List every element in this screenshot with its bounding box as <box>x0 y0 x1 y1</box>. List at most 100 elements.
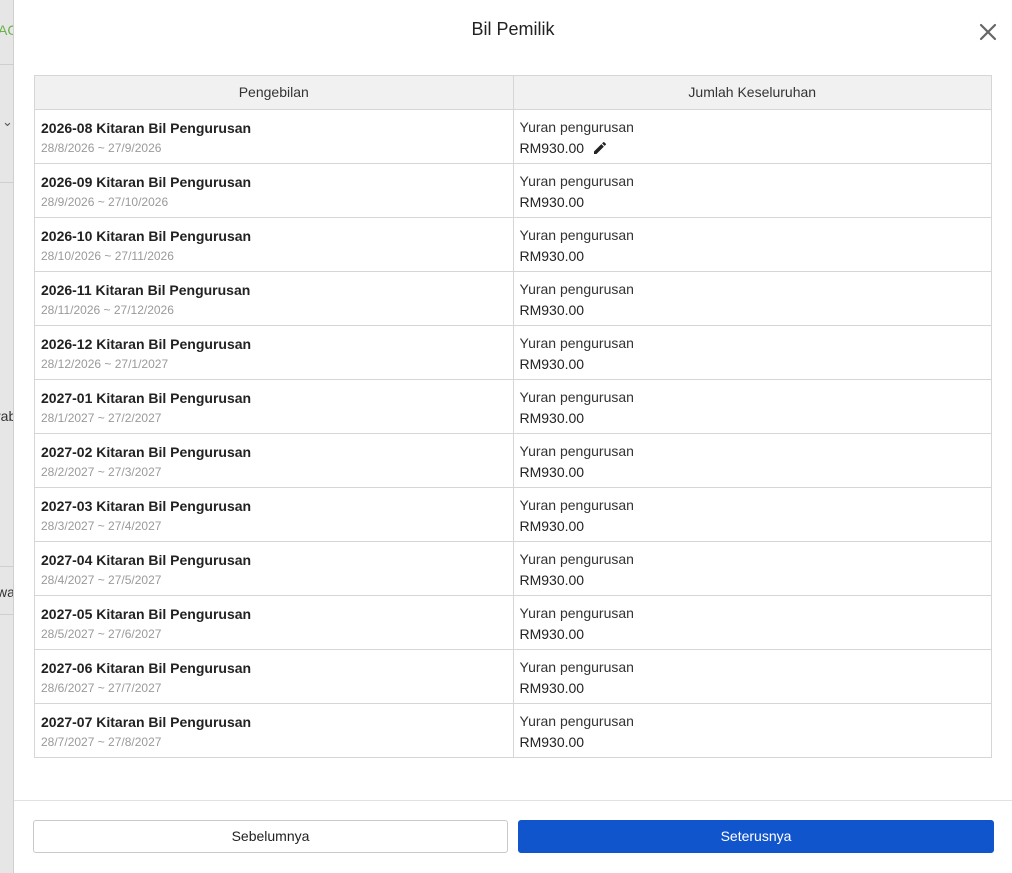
background-text-mid: rab <box>0 408 14 424</box>
next-button[interactable]: Seterusnya <box>518 820 994 853</box>
fee-amount: RM930.00 <box>519 679 585 696</box>
fee-amount-row: RM930.00 <box>520 140 986 157</box>
fee-amount: RM930.00 <box>519 193 585 210</box>
divider <box>0 566 14 567</box>
billing-cell: 2026-11 Kitaran Bil Pengurusan 28/11/2026… <box>35 271 514 326</box>
billing-cycle-name: 2027-01 Kitaran Bil Pengurusan <box>41 389 252 406</box>
fee-amount: RM930.00 <box>519 247 585 264</box>
billing-cycle-name: 2026-11 Kitaran Bil Pengurusan <box>41 281 251 298</box>
billing-cycle-name: 2027-06 Kitaran Bil Pengurusan <box>41 659 252 676</box>
billing-date-range: 28/6/2027 ~ 27/7/2027 <box>41 680 162 695</box>
fee-amount-row: RM930.00 <box>520 518 986 535</box>
billing-cycle-name: 2026-10 Kitaran Bil Pengurusan <box>41 227 252 244</box>
billing-date-range: 28/5/2027 ~ 27/6/2027 <box>41 626 162 641</box>
billing-cycle-name: 2026-12 Kitaran Bil Pengurusan <box>41 335 252 352</box>
total-cell: Yuran pengurusan RM930.00 <box>513 703 991 757</box>
table-row: 2027-03 Kitaran Bil Pengurusan 28/3/2027 … <box>35 487 991 542</box>
divider <box>0 64 14 65</box>
pencil-icon[interactable] <box>592 140 608 156</box>
billing-date-range: 28/10/2026 ~ 27/11/2026 <box>41 248 174 263</box>
billing-cycle-name: 2027-04 Kitaran Bil Pengurusan <box>41 551 252 568</box>
billing-cycle-name: 2026-08 Kitaran Bil Pengurusan <box>41 119 252 136</box>
owner-bill-modal: Bil Pemilik Pengebilan Jumlah Keseluruha… <box>13 0 1012 873</box>
total-cell: Yuran pengurusan RM930.00 <box>513 325 991 380</box>
divider <box>0 614 14 615</box>
billing-cycle-name: 2026-09 Kitaran Bil Pengurusan <box>41 173 252 190</box>
billing-date-range: 28/9/2026 ~ 27/10/2026 <box>41 194 169 209</box>
fee-amount: RM930.00 <box>519 139 585 156</box>
billing-table: Pengebilan Jumlah Keseluruhan 2026-08 Ki… <box>34 75 992 758</box>
total-cell: Yuran pengurusan RM930.00 <box>513 433 991 488</box>
fee-amount-row: RM930.00 <box>520 194 986 211</box>
divider <box>0 182 14 183</box>
total-cell: Yuran pengurusan RM930.00 <box>513 487 991 542</box>
fee-label: Yuran pengurusan <box>519 496 634 513</box>
billing-cycle-name: 2027-03 Kitaran Bil Pengurusan <box>41 497 252 514</box>
fee-amount: RM930.00 <box>519 409 585 426</box>
fee-amount-row: RM930.00 <box>520 302 986 319</box>
fee-label: Yuran pengurusan <box>519 118 634 135</box>
fee-amount-row: RM930.00 <box>520 248 986 265</box>
total-cell: Yuran pengurusan RM930.00 <box>513 163 991 218</box>
modal-title: Bil Pemilik <box>471 19 555 39</box>
billing-date-range: 28/3/2027 ~ 27/4/2027 <box>41 518 162 533</box>
fee-label: Yuran pengurusan <box>519 658 634 675</box>
billing-date-range: 28/7/2027 ~ 27/8/2027 <box>41 734 162 749</box>
billing-cycle-name: 2027-05 Kitaran Bil Pengurusan <box>41 605 252 622</box>
billing-cell: 2026-12 Kitaran Bil Pengurusan 28/12/2026… <box>35 325 514 380</box>
table-row: 2027-01 Kitaran Bil Pengurusan 28/1/2027 … <box>35 379 991 434</box>
total-cell: Yuran pengurusan RM930.00 <box>513 109 991 164</box>
column-header-total: Jumlah Keseluruhan <box>513 76 991 110</box>
fee-label: Yuran pengurusan <box>519 712 634 729</box>
background-text-low: wa <box>0 584 14 600</box>
fee-amount: RM930.00 <box>519 517 585 534</box>
billing-cell: 2027-02 Kitaran Bil Pengurusan 28/2/2027 … <box>35 433 514 488</box>
fee-amount: RM930.00 <box>519 571 585 588</box>
background-text-top: AG <box>0 22 14 38</box>
fee-label: Yuran pengurusan <box>519 226 634 243</box>
fee-label: Yuran pengurusan <box>519 280 634 297</box>
fee-label: Yuran pengurusan <box>519 550 634 567</box>
table-header-row: Pengebilan Jumlah Keseluruhan <box>35 76 991 110</box>
table-row: 2027-04 Kitaran Bil Pengurusan 28/4/2027 … <box>35 541 991 596</box>
billing-cell: 2026-08 Kitaran Bil Pengurusan 28/8/2026 … <box>35 109 514 164</box>
fee-amount: RM930.00 <box>519 625 585 642</box>
billing-cell: 2027-05 Kitaran Bil Pengurusan 28/5/2027 … <box>35 595 514 650</box>
table-row: 2027-02 Kitaran Bil Pengurusan 28/2/2027 … <box>35 433 991 488</box>
fee-label: Yuran pengurusan <box>519 442 634 459</box>
fee-label: Yuran pengurusan <box>519 604 634 621</box>
table-row: 2026-08 Kitaran Bil Pengurusan 28/8/2026 … <box>35 109 991 164</box>
total-cell: Yuran pengurusan RM930.00 <box>513 595 991 650</box>
fee-amount-row: RM930.00 <box>520 356 986 373</box>
fee-label: Yuran pengurusan <box>519 334 634 351</box>
fee-amount-row: RM930.00 <box>520 680 986 697</box>
fee-label: Yuran pengurusan <box>519 172 634 189</box>
fee-label: Yuran pengurusan <box>519 388 634 405</box>
billing-date-range: 28/1/2027 ~ 27/2/2027 <box>41 410 162 425</box>
fee-amount: RM930.00 <box>519 301 585 318</box>
billing-cell: 2027-04 Kitaran Bil Pengurusan 28/4/2027 … <box>35 541 514 596</box>
total-cell: Yuran pengurusan RM930.00 <box>513 541 991 596</box>
billing-date-range: 28/12/2026 ~ 27/1/2027 <box>41 356 169 371</box>
billing-date-range: 28/2/2027 ~ 27/3/2027 <box>41 464 162 479</box>
fee-amount-row: RM930.00 <box>520 626 986 643</box>
previous-button[interactable]: Sebelumnya <box>33 820 508 853</box>
close-icon[interactable] <box>976 20 1000 44</box>
fee-amount-row: RM930.00 <box>520 410 986 427</box>
modal-header: Bil Pemilik <box>14 0 1012 60</box>
table-row: 2027-05 Kitaran Bil Pengurusan 28/5/2027 … <box>35 595 991 650</box>
fee-amount: RM930.00 <box>519 463 585 480</box>
total-cell: Yuran pengurusan RM930.00 <box>513 217 991 272</box>
billing-cell: 2027-03 Kitaran Bil Pengurusan 28/3/2027 … <box>35 487 514 542</box>
fee-amount-row: RM930.00 <box>520 464 986 481</box>
billing-cell: 2027-07 Kitaran Bil Pengurusan 28/7/2027 … <box>35 703 514 757</box>
billing-cell: 2026-09 Kitaran Bil Pengurusan 28/9/2026 … <box>35 163 514 218</box>
chevron-down-icon: ⌄ <box>2 114 13 129</box>
table-row: 2027-07 Kitaran Bil Pengurusan 28/7/2027 … <box>35 703 991 757</box>
billing-date-range: 28/8/2026 ~ 27/9/2026 <box>41 140 162 155</box>
billing-cell: 2027-01 Kitaran Bil Pengurusan 28/1/2027 … <box>35 379 514 434</box>
table-row: 2026-11 Kitaran Bil Pengurusan 28/11/2026… <box>35 271 991 326</box>
billing-cycle-name: 2027-07 Kitaran Bil Pengurusan <box>41 713 252 730</box>
table-row: 2026-12 Kitaran Bil Pengurusan 28/12/2026… <box>35 325 991 380</box>
fee-amount: RM930.00 <box>519 733 585 750</box>
